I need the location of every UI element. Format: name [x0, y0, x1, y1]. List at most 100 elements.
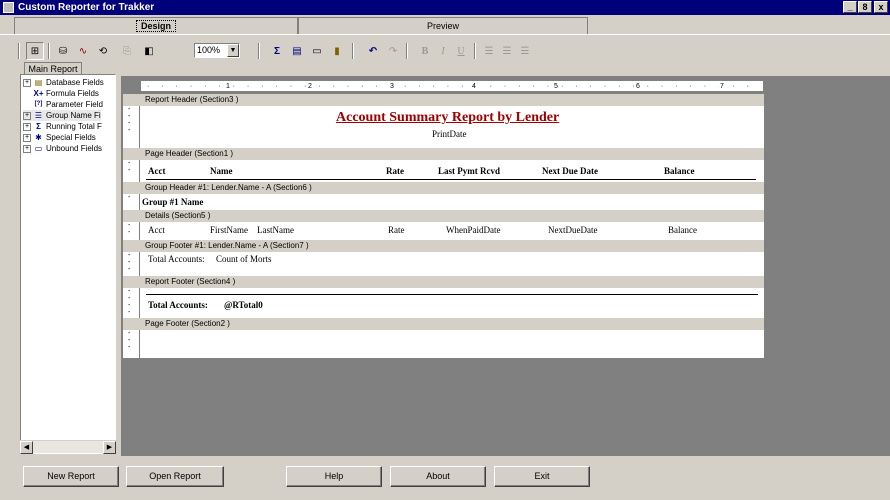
open-report-button[interactable]: Open Report — [126, 466, 224, 487]
tree-item-parameter-fields[interactable]: [?] Parameter Field — [23, 99, 103, 110]
group-footer-count-field[interactable]: Count of Morts — [216, 254, 272, 265]
toolbar-separator — [48, 43, 50, 59]
expand-icon[interactable]: + — [23, 122, 31, 131]
expand-icon[interactable]: + — [23, 144, 31, 153]
detail-field-rate[interactable]: Rate — [388, 225, 405, 236]
chart-icon[interactable]: ∿ — [74, 42, 92, 60]
section-body-group-footer[interactable]: Total Accounts: Count of Morts — [140, 252, 764, 276]
redo-icon[interactable]: ↷ — [384, 42, 402, 60]
tree-horizontal-scrollbar[interactable]: ◀ ▶ — [20, 440, 116, 454]
column-header-rate[interactable]: Rate — [386, 166, 404, 177]
print-date-field[interactable]: PrintDate — [432, 129, 467, 140]
tab-preview[interactable]: Preview — [298, 17, 588, 34]
maximize-button[interactable]: 8 — [858, 1, 872, 13]
scroll-left-icon[interactable]: ◀ — [20, 441, 33, 454]
text-field-icon[interactable]: ▤ — [288, 42, 306, 60]
toolbar-separator — [352, 43, 354, 59]
database-icon[interactable]: ⛁ — [54, 42, 72, 60]
sum-icon[interactable]: Σ — [268, 42, 286, 60]
align-right-icon[interactable]: ☰ — [516, 42, 534, 60]
section-header-page-header[interactable]: Page Header (Section1 ) — [123, 148, 764, 160]
report-title-field[interactable]: Account Summary Report by Lender — [336, 111, 559, 125]
box-icon[interactable]: ▭ — [308, 42, 326, 60]
footer-line[interactable] — [146, 294, 758, 295]
section-header-page-footer[interactable]: Page Footer (Section2 ) — [123, 318, 764, 330]
group-name-field[interactable]: Group #1 Name — [142, 197, 203, 208]
tree-item-special-fields[interactable]: + ✱ Special Fields — [23, 132, 96, 143]
new-report-button[interactable]: New Report — [23, 466, 119, 487]
section-body-page-header[interactable]: Acct Name Rate Last Pymt Rcvd Next Due D… — [140, 160, 764, 182]
column-header-balance[interactable]: Balance — [664, 166, 695, 177]
ruler-dots: · · · · · · · · · · · · · · · · · · · · … — [147, 83, 754, 90]
report-footer-total-field[interactable]: @RTotal0 — [224, 300, 263, 311]
exit-button[interactable]: Exit — [494, 466, 590, 487]
help-button[interactable]: Help — [286, 466, 382, 487]
section-header-group-footer[interactable]: Group Footer #1: Lender.Name - A (Sectio… — [123, 240, 764, 252]
report-footer-label[interactable]: Total Accounts: — [148, 300, 208, 311]
properties-icon[interactable]: ◧ — [140, 42, 158, 60]
title-bar: Custom Reporter for Trakker _ 8 x — [0, 0, 890, 15]
section-gutter: ---- — [123, 106, 140, 148]
tree-item-running-total-fields[interactable]: + Σ Running Total F — [23, 121, 102, 132]
minimize-button[interactable]: _ — [843, 1, 857, 13]
window-title: Custom Reporter for Trakker — [18, 2, 155, 13]
expand-icon[interactable]: + — [23, 78, 31, 87]
detail-field-firstname[interactable]: FirstName — [210, 225, 248, 236]
section-body-group-header[interactable]: Group #1 Name — [140, 194, 764, 210]
section-header-report-footer[interactable]: Report Footer (Section4 ) — [123, 276, 764, 288]
tree-item-group-name-fields[interactable]: + ☰ Group Name Fi — [23, 110, 101, 121]
picture-icon[interactable]: ▮ — [328, 42, 346, 60]
expand-icon[interactable]: + — [23, 111, 31, 120]
chevron-down-icon[interactable]: ▼ — [227, 44, 239, 57]
align-center-icon[interactable]: ☰ — [498, 42, 516, 60]
section-body-details[interactable]: Acct FirstName LastName Rate WhenPaidDat… — [140, 222, 764, 240]
parameter-icon: [?] — [34, 101, 43, 107]
expand-icon[interactable]: + — [23, 133, 31, 142]
ruler-mark: 4 — [471, 83, 477, 91]
scroll-right-icon[interactable]: ▶ — [103, 441, 116, 454]
section-header-details[interactable]: Details (Section5 ) — [123, 210, 764, 222]
column-header-last-pymt[interactable]: Last Pymt Rcvd — [438, 166, 500, 177]
section-gutter: --- — [123, 330, 140, 358]
underline-icon[interactable]: U — [452, 42, 470, 60]
detail-field-nextduedate[interactable]: NextDueDate — [548, 225, 597, 236]
section-gutter: - — [123, 194, 140, 210]
tree-item-unbound-fields[interactable]: + ▭ Unbound Fields — [23, 143, 102, 154]
toolbar-grip — [18, 43, 20, 59]
formula-icon: X+ — [33, 89, 44, 98]
detail-field-balance[interactable]: Balance — [668, 225, 697, 236]
detail-field-lastname[interactable]: LastName — [257, 225, 294, 236]
section-header-group-header[interactable]: Group Header #1: Lender.Name - A (Sectio… — [123, 182, 764, 194]
link-icon[interactable]: ⟲ — [94, 42, 112, 60]
special-field-icon: ✱ — [35, 133, 42, 142]
database-icon: ▤ — [34, 78, 43, 87]
tree-item-database-fields[interactable]: + ▤ Database Fields — [23, 77, 104, 88]
undo-icon[interactable]: ↶ — [364, 42, 382, 60]
header-underline[interactable] — [146, 179, 756, 180]
select-icon[interactable]: ⊞ — [26, 42, 44, 60]
section-gutter: --- — [123, 252, 140, 276]
column-header-acct[interactable]: Acct — [148, 166, 166, 177]
toolbar: ⊞ ⛁ ∿ ⟲ ⎘ ◧ 100% ▼ Σ ▤ ▭ ▮ ↶ ↷ B I U ☰ ☰… — [18, 42, 578, 62]
close-button[interactable]: x — [874, 1, 888, 13]
align-left-icon[interactable]: ☰ — [480, 42, 498, 60]
group-name-icon: ☰ — [34, 111, 43, 120]
zoom-select[interactable]: 100% ▼ — [194, 43, 240, 58]
running-total-icon: Σ — [36, 122, 41, 131]
group-footer-label[interactable]: Total Accounts: — [148, 254, 205, 265]
section-body-report-header[interactable]: Account Summary Report by Lender PrintDa… — [140, 106, 764, 148]
about-button[interactable]: About — [390, 466, 486, 487]
detail-field-whenpaiddate[interactable]: WhenPaidDate — [446, 225, 500, 236]
tab-design[interactable]: Design — [14, 17, 298, 34]
toolbar-separator — [258, 43, 260, 59]
column-header-next-due[interactable]: Next Due Date — [542, 166, 598, 177]
section-header-report-header[interactable]: Report Header (Section3 ) — [123, 94, 764, 106]
section-body-report-footer[interactable]: Total Accounts: @RTotal0 — [140, 288, 764, 318]
detail-field-acct[interactable]: Acct — [148, 225, 165, 236]
bold-icon[interactable]: B — [416, 42, 434, 60]
tree-item-formula-fields[interactable]: X+ Formula Fields — [23, 88, 98, 99]
italic-icon[interactable]: I — [434, 42, 452, 60]
section-body-page-footer[interactable] — [140, 330, 764, 358]
column-header-name[interactable]: Name — [210, 166, 233, 177]
group-icon[interactable]: ⎘ — [118, 42, 136, 60]
